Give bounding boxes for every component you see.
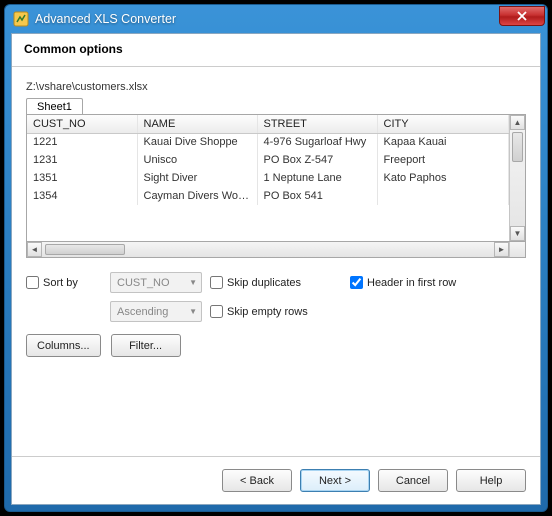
app-window: Advanced XLS Converter Common options Z:…: [4, 4, 548, 512]
cell: [377, 187, 509, 205]
sort-direction-value: Ascending: [117, 306, 168, 318]
header-first-row-checkbox[interactable]: Header in first row: [350, 276, 500, 289]
cancel-button[interactable]: Cancel: [378, 469, 448, 492]
help-button[interactable]: Help: [456, 469, 526, 492]
column-header[interactable]: CUST_NO: [27, 115, 137, 133]
page-heading: Common options: [24, 42, 528, 56]
cell: 1231: [27, 151, 137, 169]
sort-direction-combo[interactable]: Ascending ▼: [110, 301, 202, 322]
next-button[interactable]: Next >: [300, 469, 370, 492]
scroll-thumb[interactable]: [512, 132, 523, 162]
options-panel: Sort by CUST_NO ▼ Skip duplicates Header…: [26, 272, 526, 322]
horizontal-scrollbar[interactable]: ◄ ►: [26, 242, 526, 258]
back-button[interactable]: < Back: [222, 469, 292, 492]
sheet-tabs: Sheet1: [26, 97, 526, 114]
skip-duplicates-checkbox[interactable]: Skip duplicates: [210, 276, 350, 289]
cell: Kapaa Kauai: [377, 133, 509, 151]
column-header[interactable]: STREET: [257, 115, 377, 133]
cell: 1221: [27, 133, 137, 151]
wizard-footer: < Back Next > Cancel Help: [12, 456, 540, 504]
file-path-label: Z:\vshare\customers.xlsx: [26, 81, 526, 93]
header-first-row-input[interactable]: [350, 276, 363, 289]
cell: Unisco: [137, 151, 257, 169]
filter-button[interactable]: Filter...: [111, 334, 181, 357]
window-title: Advanced XLS Converter: [35, 12, 499, 26]
grid-header-row: CUST_NO NAME STREET CITY: [27, 115, 509, 133]
scroll-thumb[interactable]: [45, 244, 125, 255]
scroll-down-icon[interactable]: ▼: [510, 226, 525, 241]
table-row[interactable]: 1231 Unisco PO Box Z-547 Freeport: [27, 151, 509, 169]
table-row[interactable]: 1221 Kauai Dive Shoppe 4-976 Sugarloaf H…: [27, 133, 509, 151]
column-header[interactable]: CITY: [377, 115, 509, 133]
vertical-scrollbar[interactable]: ▲ ▼: [509, 115, 525, 241]
sort-by-checkbox[interactable]: Sort by: [26, 276, 110, 289]
close-icon: [517, 11, 527, 21]
skip-empty-rows-input[interactable]: [210, 305, 223, 318]
page-header: Common options: [12, 34, 540, 67]
titlebar: Advanced XLS Converter: [5, 5, 547, 33]
skip-empty-rows-checkbox[interactable]: Skip empty rows: [210, 305, 350, 318]
nested-button-row: Columns... Filter...: [26, 334, 526, 357]
sort-field-value: CUST_NO: [117, 277, 170, 289]
cell: PO Box 541: [257, 187, 377, 205]
sort-by-label: Sort by: [43, 277, 78, 289]
table-row[interactable]: 1351 Sight Diver 1 Neptune Lane Kato Pap…: [27, 169, 509, 187]
sort-field-combo[interactable]: CUST_NO ▼: [110, 272, 202, 293]
cell: Sight Diver: [137, 169, 257, 187]
cell: PO Box Z-547: [257, 151, 377, 169]
skip-duplicates-input[interactable]: [210, 276, 223, 289]
header-first-row-label: Header in first row: [367, 277, 456, 289]
chevron-down-icon: ▼: [189, 307, 197, 316]
content-area: Z:\vshare\customers.xlsx Sheet1 CUST_NO …: [12, 67, 540, 456]
cell: Kato Paphos: [377, 169, 509, 187]
cell: 4-976 Sugarloaf Hwy: [257, 133, 377, 151]
data-grid: CUST_NO NAME STREET CITY 1221 Kauai Dive…: [26, 114, 526, 242]
scroll-right-icon[interactable]: ►: [494, 242, 509, 257]
sheet-tab-sheet1[interactable]: Sheet1: [26, 98, 83, 115]
skip-empty-rows-label: Skip empty rows: [227, 306, 308, 318]
cell: Cayman Divers Worl...: [137, 187, 257, 205]
client-area: Common options Z:\vshare\customers.xlsx …: [11, 33, 541, 505]
scroll-left-icon[interactable]: ◄: [27, 242, 42, 257]
app-icon: [13, 11, 29, 27]
scroll-corner: [509, 242, 525, 257]
table-row[interactable]: 1354 Cayman Divers Worl... PO Box 541: [27, 187, 509, 205]
cell: 1351: [27, 169, 137, 187]
cell: 1 Neptune Lane: [257, 169, 377, 187]
close-button[interactable]: [499, 6, 545, 26]
cell: Kauai Dive Shoppe: [137, 133, 257, 151]
scroll-up-icon[interactable]: ▲: [510, 115, 525, 130]
column-header[interactable]: NAME: [137, 115, 257, 133]
skip-duplicates-label: Skip duplicates: [227, 277, 301, 289]
sort-by-input[interactable]: [26, 276, 39, 289]
cell: Freeport: [377, 151, 509, 169]
columns-button[interactable]: Columns...: [26, 334, 101, 357]
chevron-down-icon: ▼: [189, 278, 197, 287]
cell: 1354: [27, 187, 137, 205]
